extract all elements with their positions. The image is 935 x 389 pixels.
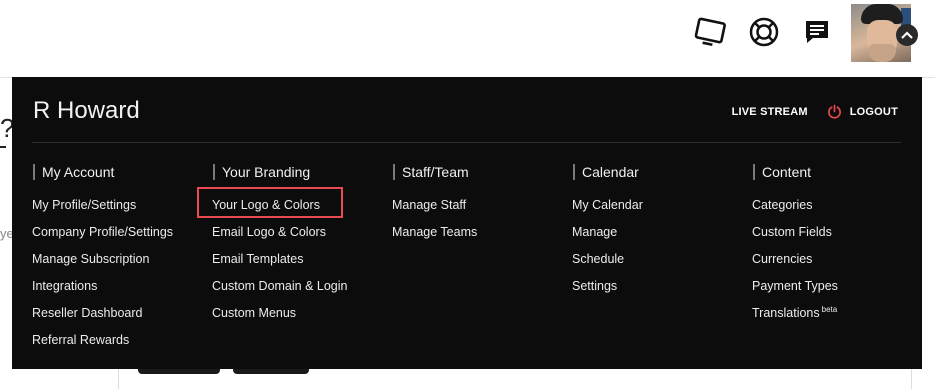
lifebuoy-icon[interactable]: [746, 14, 782, 50]
menu-item-manage[interactable]: Manage: [572, 219, 747, 246]
background-button: [233, 369, 309, 374]
tv-icon[interactable]: [692, 14, 728, 50]
menu-column-calendar: Calendar My Calendar Manage Schedule Set…: [572, 164, 747, 300]
menu-item-integrations[interactable]: Integrations: [32, 273, 207, 300]
menu-item-referral-rewards[interactable]: Referral Rewards: [32, 327, 207, 354]
menu-item-manage-teams[interactable]: Manage Teams: [392, 219, 567, 246]
menu-column-your-branding: Your Branding Your Logo & Colors Email L…: [212, 164, 387, 327]
user-name: R Howard: [33, 97, 140, 124]
menu-item-translations[interactable]: Translations beta: [752, 300, 927, 327]
menu-column-content: Content Categories Custom Fields Currenc…: [752, 164, 927, 327]
chevron-up-icon[interactable]: [896, 24, 918, 46]
menu-item-your-logo-colors[interactable]: Your Logo & Colors: [212, 192, 387, 219]
menu-item-reseller-dashboard[interactable]: Reseller Dashboard: [32, 300, 207, 327]
column-heading: Calendar: [573, 164, 747, 180]
background-button: [138, 369, 220, 374]
avatar-beard: [868, 44, 896, 62]
background-underline: [0, 146, 6, 148]
chat-icon[interactable]: [799, 14, 835, 50]
column-heading: Staff/Team: [393, 164, 567, 180]
live-stream-link[interactable]: LIVE STREAM: [732, 106, 808, 118]
menu-item-settings[interactable]: Settings: [572, 273, 747, 300]
menu-item-schedule[interactable]: Schedule: [572, 246, 747, 273]
column-heading: Your Branding: [213, 164, 387, 180]
menu-item-categories[interactable]: Categories: [752, 192, 927, 219]
menu-item-email-templates[interactable]: Email Templates: [212, 246, 387, 273]
menu-item-payment-types[interactable]: Payment Types: [752, 273, 927, 300]
menu-column-my-account: My Account My Profile/Settings Company P…: [32, 164, 207, 354]
column-heading: Content: [753, 164, 927, 180]
menu-divider: [32, 142, 901, 143]
menu-item-email-logo-colors[interactable]: Email Logo & Colors: [212, 219, 387, 246]
menu-item-currencies[interactable]: Currencies: [752, 246, 927, 273]
menu-item-manage-subscription[interactable]: Manage Subscription: [32, 246, 207, 273]
menu-item-my-calendar[interactable]: My Calendar: [572, 192, 747, 219]
menu-top-links: LIVE STREAM LOGOUT: [732, 104, 898, 119]
logout-link[interactable]: LOGOUT: [850, 106, 898, 118]
menu-column-staff-team: Staff/Team Manage Staff Manage Teams: [392, 164, 567, 246]
menu-item-company-profile-settings[interactable]: Company Profile/Settings: [32, 219, 207, 246]
menu-item-custom-domain-login[interactable]: Custom Domain & Login: [212, 273, 387, 300]
menu-item-custom-fields[interactable]: Custom Fields: [752, 219, 927, 246]
translations-label: Translations: [752, 306, 820, 320]
menu-item-manage-staff[interactable]: Manage Staff: [392, 192, 567, 219]
beta-badge: beta: [821, 304, 838, 314]
top-bar: [0, 0, 935, 78]
column-heading: My Account: [33, 164, 207, 180]
menu-item-custom-menus[interactable]: Custom Menus: [212, 300, 387, 327]
power-icon: [827, 104, 842, 119]
account-mega-menu: R Howard LIVE STREAM LOGOUT My Account M…: [12, 77, 922, 369]
menu-item-my-profile-settings[interactable]: My Profile/Settings: [32, 192, 207, 219]
